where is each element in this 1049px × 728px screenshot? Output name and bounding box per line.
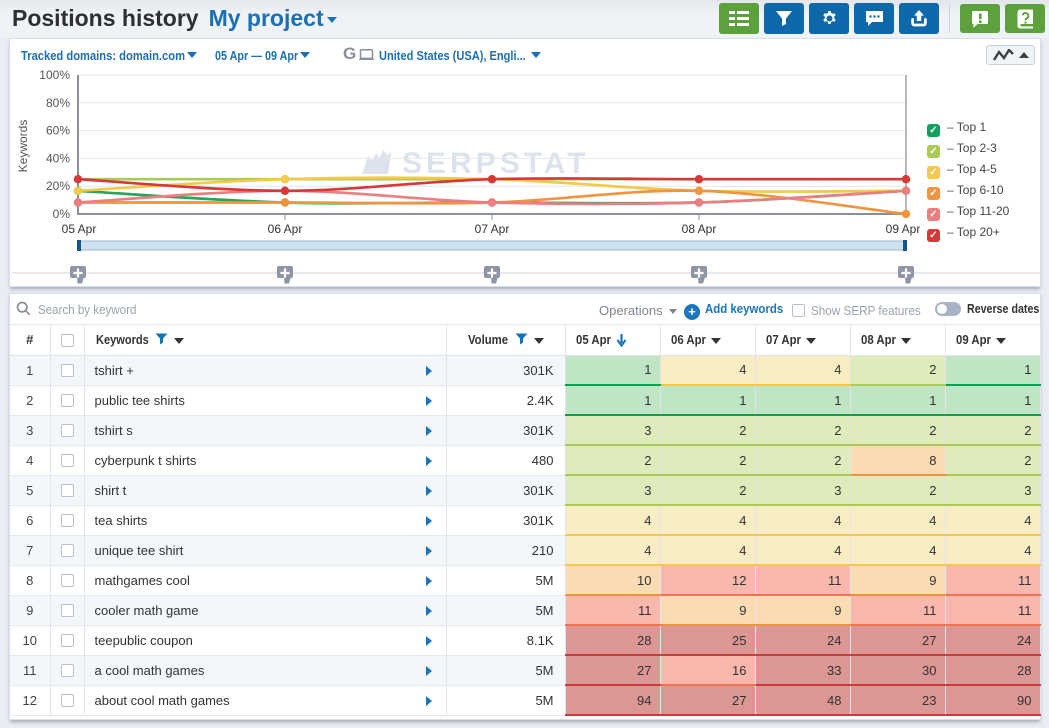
svg-text:20%: 20% [46,179,70,193]
svg-text:80%: 80% [46,96,70,110]
svg-text:0%: 0% [53,207,71,221]
svg-text:06 Apr: 06 Apr [268,222,303,236]
svg-text:08 Apr: 08 Apr [682,222,717,236]
svg-text:100%: 100% [39,68,70,82]
svg-text:Keywords: Keywords [16,120,30,173]
svg-text:07 Apr: 07 Apr [475,222,510,236]
svg-text:09 Apr: 09 Apr [886,222,921,236]
svg-text:40%: 40% [46,151,70,165]
svg-text:05 Apr: 05 Apr [62,222,97,236]
svg-text:60%: 60% [46,124,70,138]
